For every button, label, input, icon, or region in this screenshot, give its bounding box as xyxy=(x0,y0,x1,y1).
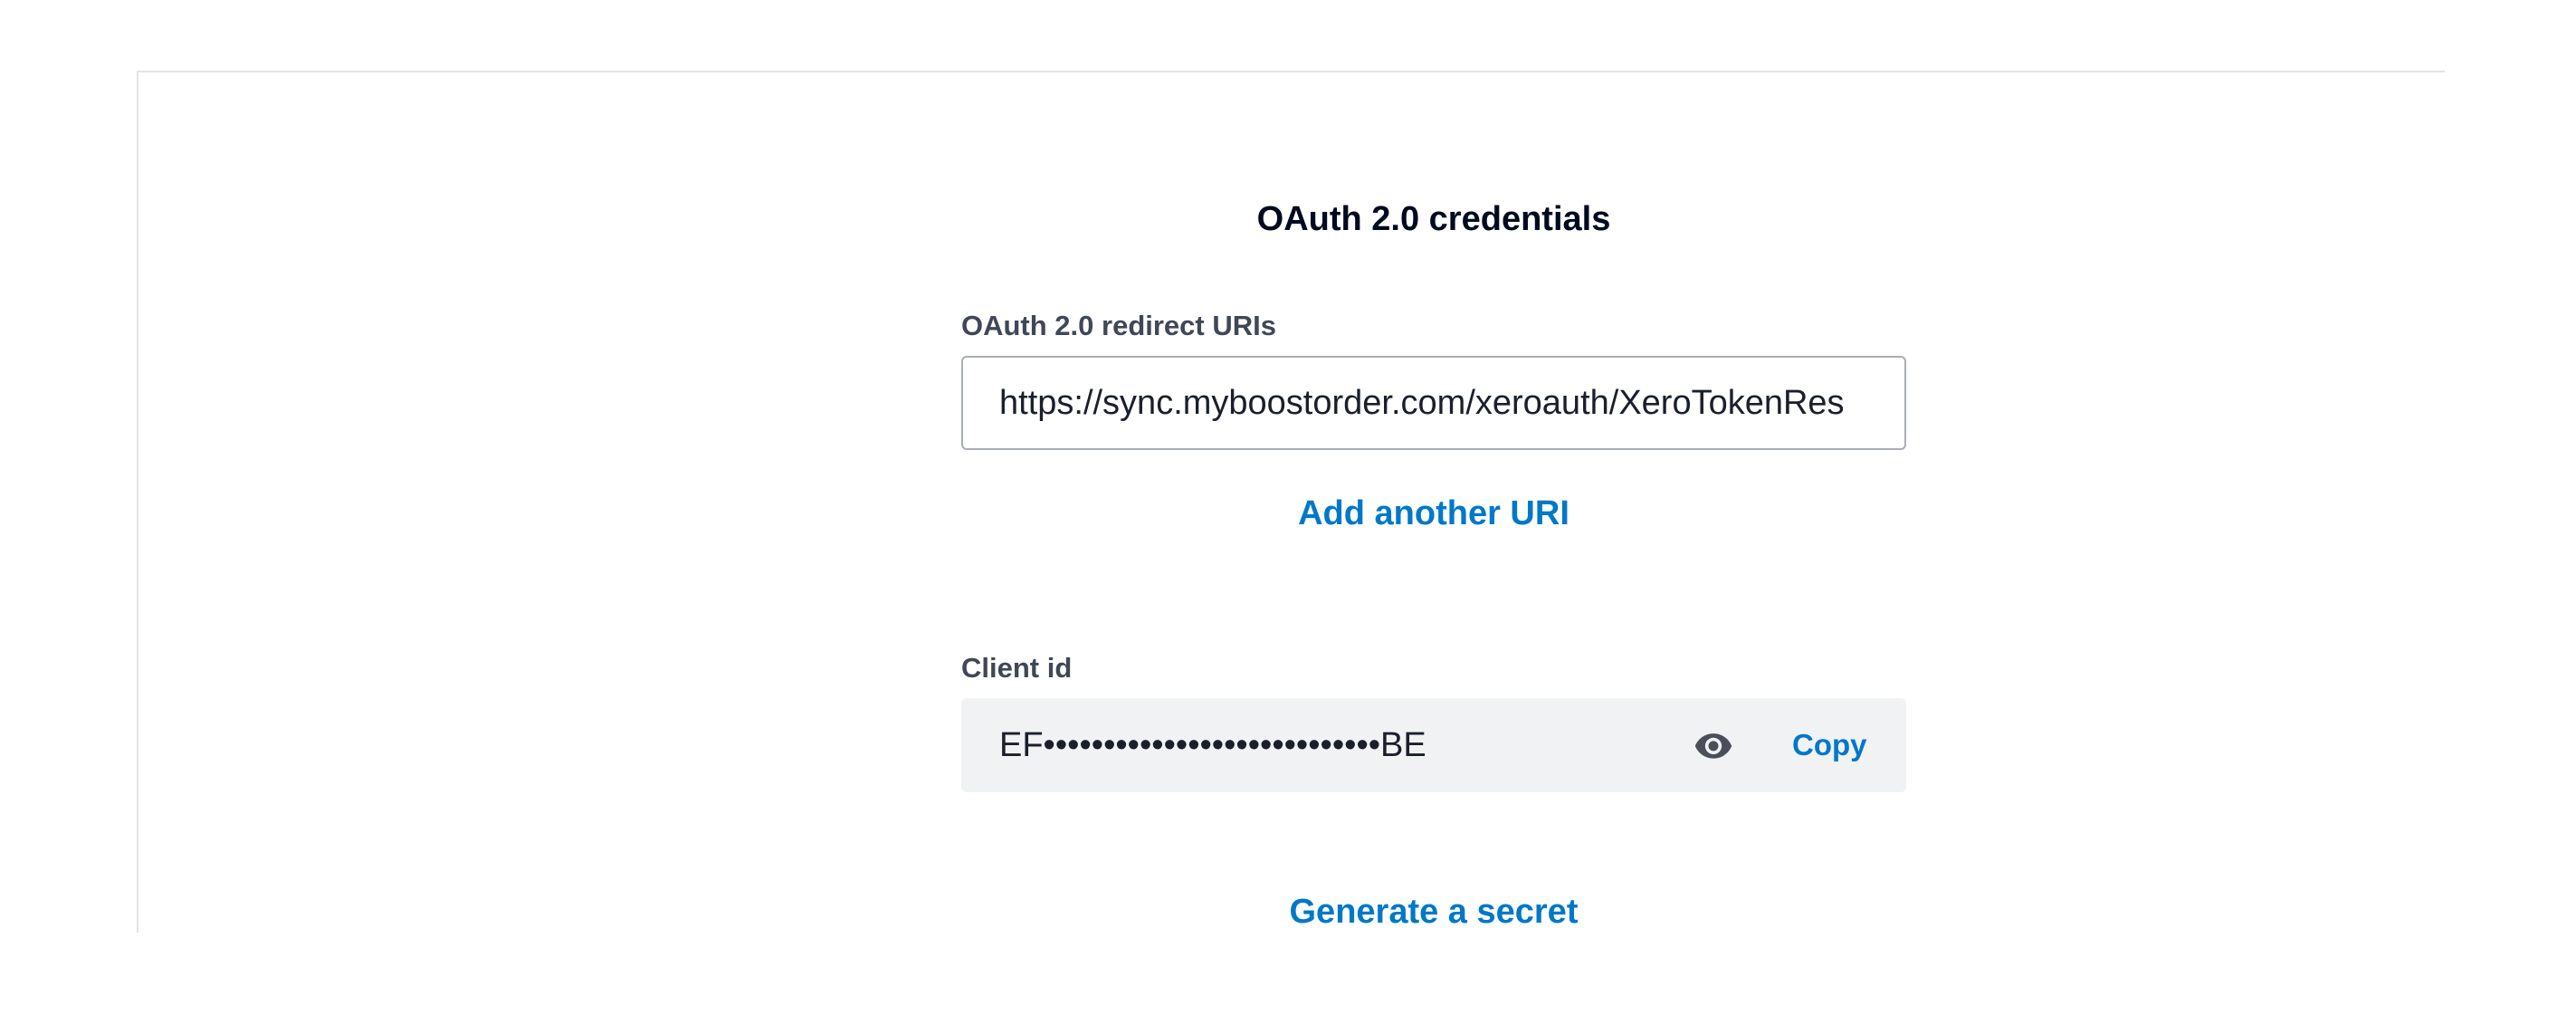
generate-secret-link[interactable]: Generate a secret xyxy=(961,893,1906,932)
section-title: OAuth 2.0 credentials xyxy=(1256,200,1611,238)
client-id-value: EF••••••••••••••••••••••••••••BE xyxy=(999,726,1426,764)
credentials-panel: OAuth 2.0 credentials OAuth 2.0 redirect… xyxy=(137,71,2445,933)
eye-icon[interactable] xyxy=(1693,725,1734,765)
add-another-uri-link[interactable]: Add another URI xyxy=(961,494,1906,533)
redirect-uris-label: OAuth 2.0 redirect URIs xyxy=(961,310,1276,341)
copy-button[interactable]: Copy xyxy=(1792,698,1867,792)
page: OAuth 2.0 credentials OAuth 2.0 redirect… xyxy=(0,0,2576,1015)
redirect-uri-input[interactable] xyxy=(961,356,1906,450)
client-id-label: Client id xyxy=(961,652,1073,684)
client-id-field: EF••••••••••••••••••••••••••••BE Copy xyxy=(961,698,1906,792)
